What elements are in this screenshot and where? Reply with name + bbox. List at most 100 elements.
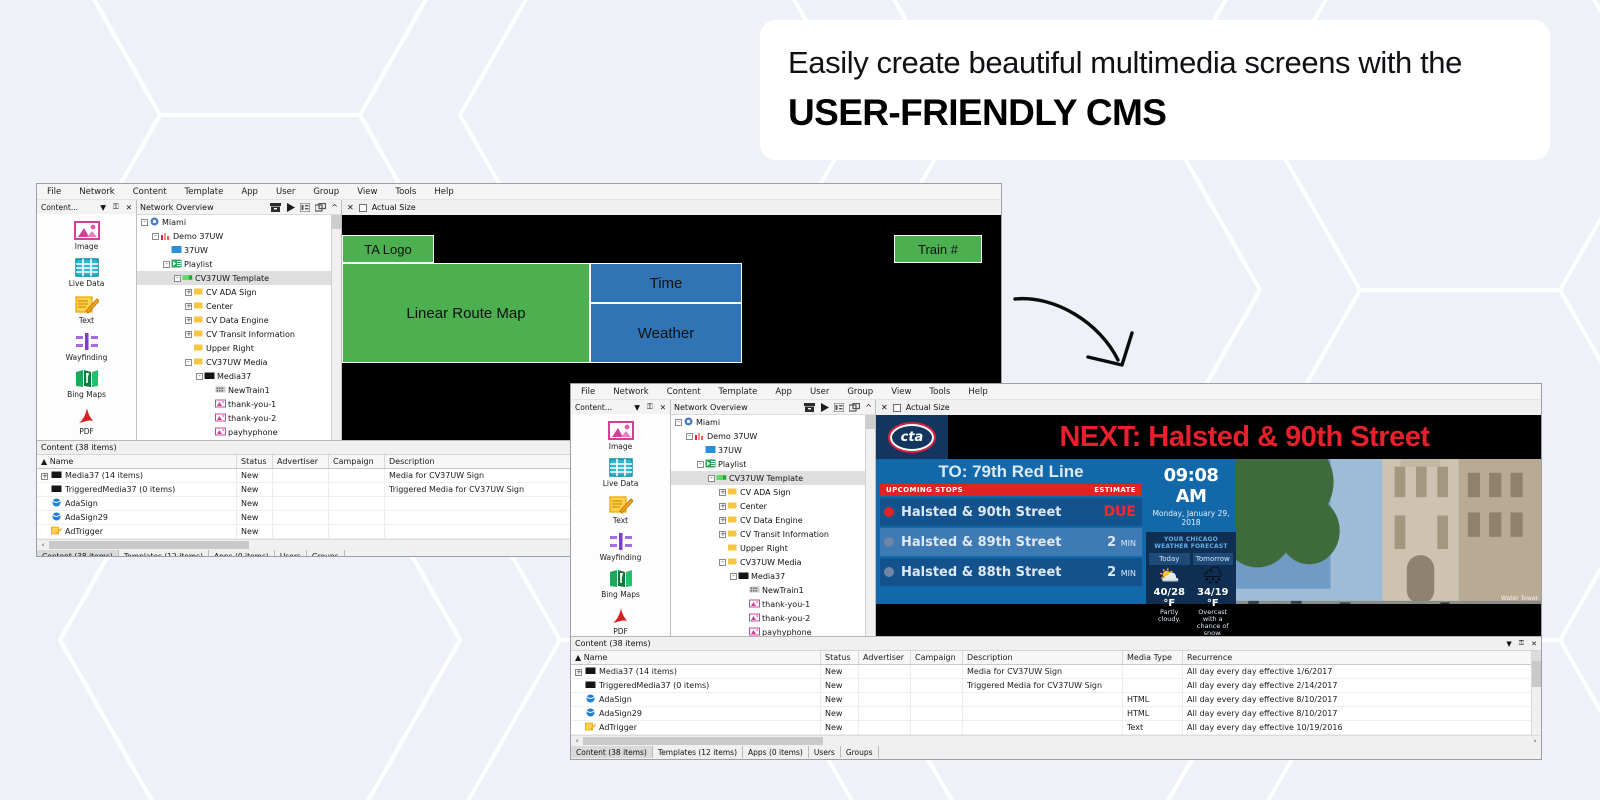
menu-item-template[interactable]: Template xyxy=(719,387,758,397)
scroll-right-icon[interactable]: › xyxy=(1529,737,1541,745)
tree-node[interactable]: Upper Right xyxy=(137,341,341,355)
list-view-icon[interactable] xyxy=(834,403,844,412)
menu-item-app[interactable]: App xyxy=(775,387,792,397)
tab-users[interactable]: Users xyxy=(275,550,307,557)
table-row[interactable]: +Media37 (14 items)NewMedia for CV37UW S… xyxy=(571,665,1541,679)
collapse-icon[interactable]: - xyxy=(718,558,727,566)
menu-item-group[interactable]: Group xyxy=(313,187,339,197)
tree-node[interactable]: -Media37 xyxy=(137,369,341,383)
content-tab-bar[interactable]: Content (38 items)Templates (12 items)Ap… xyxy=(571,746,1541,758)
tab-groups[interactable]: Groups xyxy=(841,746,879,758)
tree-node[interactable]: -CV37UW Media xyxy=(671,555,875,569)
palette-item-live-data[interactable]: Live Data xyxy=(571,456,670,488)
collapse-icon[interactable]: - xyxy=(696,460,705,468)
tree-node[interactable]: thank-you-2 xyxy=(671,611,875,625)
menu-item-user[interactable]: User xyxy=(810,387,829,397)
menu-item-file[interactable]: File xyxy=(47,187,61,197)
collapse-icon[interactable]: - xyxy=(729,572,738,580)
tab-content[interactable]: Content (38 items) xyxy=(37,550,119,557)
chevron-down-icon[interactable]: ▼ xyxy=(634,403,640,412)
tree-node[interactable]: +CV Data Engine xyxy=(671,513,875,527)
collapse-icon[interactable]: - xyxy=(707,474,716,482)
network-overview-panel[interactable]: Network Overview ^ -Miami-Demo 37UW37UW-… xyxy=(137,200,342,440)
tab-apps[interactable]: Apps (0 items) xyxy=(209,550,275,557)
tree-node[interactable]: +CV Transit Information xyxy=(137,327,341,341)
chevron-down-icon[interactable]: ▼ xyxy=(100,203,106,212)
tree-node[interactable]: thank-you-1 xyxy=(137,397,341,411)
expand-icon[interactable]: + xyxy=(184,316,193,324)
palette-item-bing-maps[interactable]: Bing Maps xyxy=(37,367,136,399)
tree-node[interactable]: +CV ADA Sign xyxy=(671,485,875,499)
template-block-time[interactable]: Time xyxy=(590,263,742,303)
tree-node[interactable]: -Playlist xyxy=(671,457,875,471)
tab-users[interactable]: Users xyxy=(809,746,841,758)
palette-item-pdf[interactable]: PDF xyxy=(37,404,136,436)
palette-item-text[interactable]: Text xyxy=(571,493,670,525)
tree-node[interactable]: +CV Transit Information xyxy=(671,527,875,541)
tree-node[interactable]: -CV37UW Media xyxy=(137,355,341,369)
expand-icon[interactable]: + xyxy=(718,502,727,510)
tree-node[interactable]: -Miami xyxy=(137,215,341,229)
table-row[interactable]: AdaSign29NewHTMLAll day every day effect… xyxy=(571,707,1541,721)
palette-item-text[interactable]: Text xyxy=(37,293,136,325)
pin-icon[interactable]: ⚿ xyxy=(1519,639,1524,648)
menu-bar[interactable]: File Network Content Template App User G… xyxy=(37,184,1001,200)
menu-item-tools[interactable]: Tools xyxy=(929,387,950,397)
menu-item-view[interactable]: View xyxy=(357,187,377,197)
menu-item-user[interactable]: User xyxy=(276,187,295,197)
expand-icon[interactable]: + xyxy=(184,288,193,296)
actual-size-checkbox[interactable] xyxy=(359,204,367,212)
tree-node[interactable]: thank-you-1 xyxy=(671,597,875,611)
menu-item-file[interactable]: File xyxy=(581,387,595,397)
preview-toolbar[interactable]: ✕ Actual Size xyxy=(342,200,1001,215)
cta-transit-sign-preview[interactable]: cta NEXT: Halsted & 90th Street TO: 79th… xyxy=(876,415,1541,636)
archive-icon[interactable] xyxy=(270,203,281,212)
menu-item-app[interactable]: App xyxy=(241,187,258,197)
menu-item-help[interactable]: Help xyxy=(968,387,987,397)
actual-size-checkbox[interactable] xyxy=(893,404,901,412)
template-block-right-media[interactable] xyxy=(742,263,982,363)
close-icon[interactable]: ✕ xyxy=(1531,640,1537,648)
scrollbar-thumb[interactable] xyxy=(332,215,341,229)
close-icon[interactable]: ✕ xyxy=(126,203,132,212)
column-header-media-type[interactable]: Media Type xyxy=(1123,651,1183,664)
content-palette-panel[interactable]: Content... ▼ ⚿ ✕ Image Live Data xyxy=(37,200,137,440)
tree-vertical-scrollbar[interactable] xyxy=(331,215,341,440)
pin-icon[interactable]: ⚿ xyxy=(647,402,653,412)
column-header-description[interactable]: Description xyxy=(963,651,1123,664)
column-header-name[interactable]: ▲ Name xyxy=(37,455,237,468)
palette-item-live-data[interactable]: Live Data xyxy=(37,256,136,288)
network-tree[interactable]: -Miami-Demo 37UW37UW-Playlist-CV37UW Tem… xyxy=(137,215,341,439)
network-overview-panel[interactable]: Network Overview ^ -Miami-Demo 37UW37UW-… xyxy=(671,400,876,636)
chevron-down-icon[interactable]: ▼ xyxy=(1506,640,1511,648)
tree-node[interactable]: +CV Data Engine xyxy=(137,313,341,327)
table-row[interactable]: AdTriggerNewTextAll day every day effect… xyxy=(571,721,1541,735)
menu-item-template[interactable]: Template xyxy=(185,187,224,197)
scroll-left-icon[interactable]: ‹ xyxy=(571,737,583,745)
archive-icon[interactable] xyxy=(804,403,815,412)
collapse-chevron-icon[interactable]: ^ xyxy=(331,203,338,212)
collapse-icon[interactable]: - xyxy=(674,418,683,426)
preview-toolbar[interactable]: ✕ Actual Size xyxy=(876,400,1541,415)
close-icon[interactable]: ✕ xyxy=(660,403,666,412)
collapse-icon[interactable]: - xyxy=(162,260,171,268)
tree-vertical-scrollbar[interactable] xyxy=(865,415,875,636)
expand-icon[interactable]: + xyxy=(184,302,193,310)
tree-node[interactable]: +Center xyxy=(671,499,875,513)
tree-node[interactable]: thank-you-2 xyxy=(137,411,341,425)
menu-item-network[interactable]: Network xyxy=(79,187,115,197)
palette-item-wayfinding[interactable]: Wayfinding xyxy=(37,330,136,362)
duplicate-icon[interactable] xyxy=(315,203,326,212)
column-header-advertiser[interactable]: Advertiser xyxy=(273,455,329,468)
collapse-chevron-icon[interactable]: ^ xyxy=(865,403,872,412)
scrollbar-thumb[interactable] xyxy=(866,415,875,429)
collapse-icon[interactable]: - xyxy=(184,358,193,366)
template-block-train-number[interactable]: Train # xyxy=(894,235,982,263)
menu-bar[interactable]: File Network Content Template App User G… xyxy=(571,384,1541,400)
tree-node[interactable]: NewTrain1 xyxy=(671,583,875,597)
column-header-campaign[interactable]: Campaign xyxy=(329,455,385,468)
tree-node[interactable]: -CV37UW Template xyxy=(137,271,341,285)
tree-node[interactable]: +Center xyxy=(137,299,341,313)
collapse-icon[interactable]: - xyxy=(685,432,694,440)
expand-icon[interactable]: + xyxy=(184,330,193,338)
